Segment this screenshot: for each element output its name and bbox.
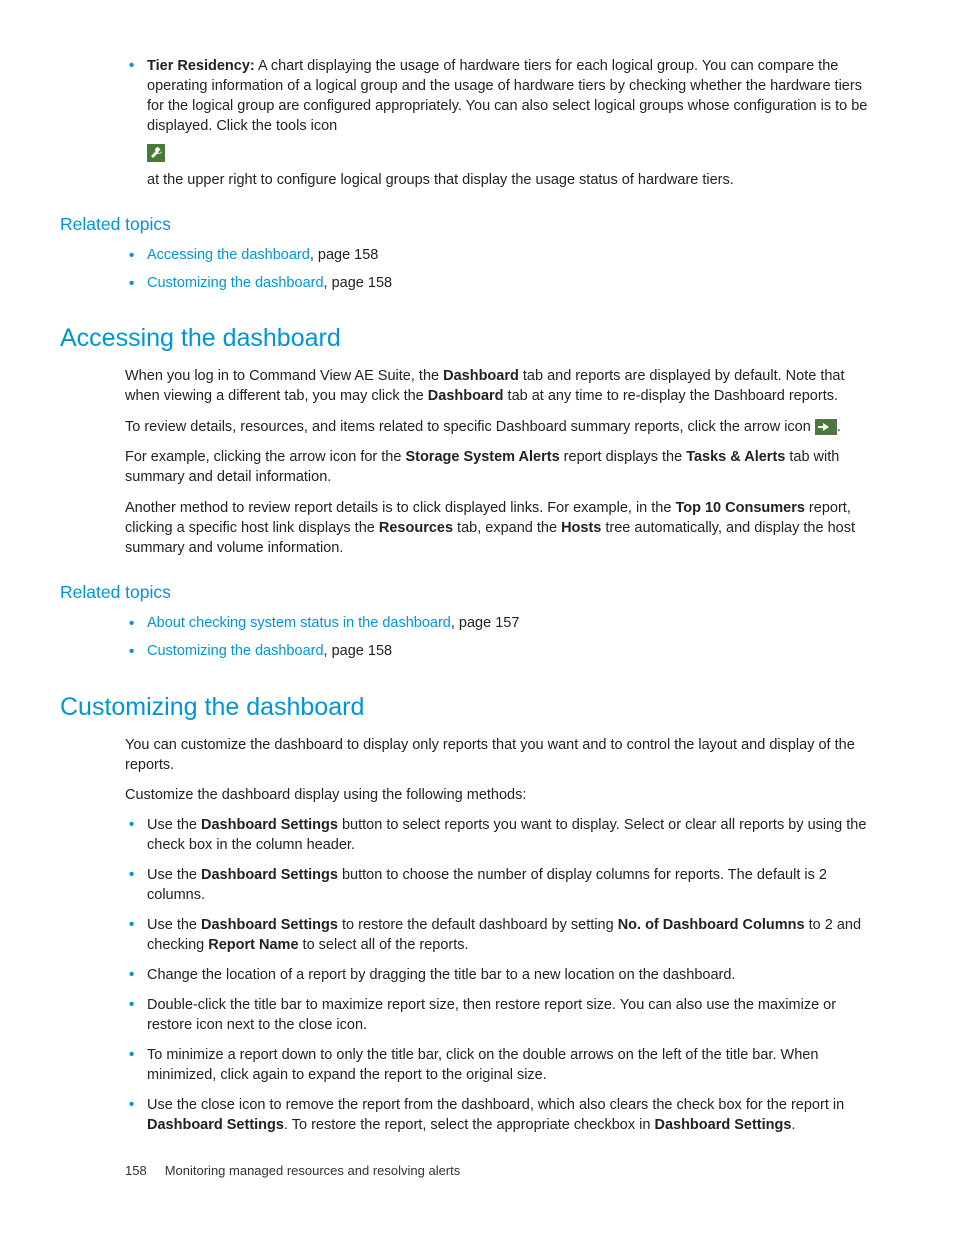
dashboard-settings-bold: Dashboard Settings bbox=[654, 1117, 791, 1133]
related-link-item: Customizing the dashboard, page 158 bbox=[125, 273, 879, 293]
tier-residency-item: Tier Residency: A chart displaying the u… bbox=[125, 56, 879, 190]
text: to restore the default dashboard by sett… bbox=[338, 917, 618, 933]
about-checking-status-link[interactable]: About checking system status in the dash… bbox=[147, 615, 451, 631]
customizing-dashboard-link[interactable]: Customizing the dashboard bbox=[147, 643, 324, 659]
related-topics-heading-1: Related topics bbox=[60, 212, 894, 237]
related-link-item: Customizing the dashboard, page 158 bbox=[125, 641, 879, 661]
dashboard-settings-bold: Dashboard Settings bbox=[201, 867, 338, 883]
chapter-title: Monitoring managed resources and resolvi… bbox=[165, 1163, 461, 1178]
list-item: To minimize a report down to only the ti… bbox=[125, 1045, 879, 1085]
customizing-dashboard-heading: Customizing the dashboard bbox=[60, 690, 894, 725]
accessing-dashboard-link[interactable]: Accessing the dashboard bbox=[147, 247, 310, 263]
arrow-icon bbox=[815, 419, 837, 435]
list-item: Use the Dashboard Settings button to sel… bbox=[125, 815, 879, 855]
text: Use the bbox=[147, 867, 201, 883]
tasks-alerts-bold: Tasks & Alerts bbox=[686, 449, 785, 465]
related-topics-block-1: Accessing the dashboard, page 158 Custom… bbox=[125, 245, 879, 294]
text: Use the bbox=[147, 817, 201, 833]
text: . bbox=[837, 419, 841, 435]
page-container: Tier Residency: A chart displaying the u… bbox=[0, 0, 954, 1235]
accessing-p4: Another method to review report details … bbox=[125, 498, 879, 559]
no-columns-bold: No. of Dashboard Columns bbox=[618, 917, 805, 933]
accessing-dashboard-heading: Accessing the dashboard bbox=[60, 321, 894, 356]
customizing-p1: You can customize the dashboard to displ… bbox=[125, 735, 879, 776]
dashboard-settings-bold: Dashboard Settings bbox=[201, 817, 338, 833]
report-name-bold: Report Name bbox=[208, 937, 298, 953]
link-suffix: , page 157 bbox=[451, 615, 520, 631]
related-topics-block-2: About checking system status in the dash… bbox=[125, 613, 879, 662]
tier-residency-block: Tier Residency: A chart displaying the u… bbox=[125, 56, 879, 190]
related-topics-list-2: About checking system status in the dash… bbox=[125, 613, 879, 662]
text: To review details, resources, and items … bbox=[125, 419, 815, 435]
resources-bold: Resources bbox=[379, 520, 453, 536]
related-topics-list-1: Accessing the dashboard, page 158 Custom… bbox=[125, 245, 879, 294]
top10-bold: Top 10 Consumers bbox=[675, 500, 804, 516]
text: tab at any time to re-display the Dashbo… bbox=[504, 388, 838, 404]
tier-residency-list: Tier Residency: A chart displaying the u… bbox=[125, 56, 879, 190]
page-footer: 158 Monitoring managed resources and reso… bbox=[125, 1162, 460, 1180]
storage-alerts-bold: Storage System Alerts bbox=[405, 449, 559, 465]
text: to select all of the reports. bbox=[299, 937, 469, 953]
text: . bbox=[791, 1117, 795, 1133]
list-item: Use the Dashboard Settings button to cho… bbox=[125, 865, 879, 905]
accessing-body: When you log in to Command View AE Suite… bbox=[125, 366, 879, 558]
hosts-bold: Hosts bbox=[561, 520, 601, 536]
tools-icon bbox=[147, 144, 165, 162]
related-topics-heading-2: Related topics bbox=[60, 580, 894, 605]
list-item: Double-click the title bar to maximize r… bbox=[125, 995, 879, 1035]
link-suffix: , page 158 bbox=[324, 275, 393, 291]
text: Use the close icon to remove the report … bbox=[147, 1097, 844, 1113]
text: When you log in to Command View AE Suite… bbox=[125, 368, 443, 384]
accessing-p1: When you log in to Command View AE Suite… bbox=[125, 366, 879, 407]
dashboard-bold: Dashboard bbox=[443, 368, 519, 384]
link-suffix: , page 158 bbox=[310, 247, 379, 263]
dashboard-settings-bold: Dashboard Settings bbox=[147, 1117, 284, 1133]
dashboard-bold: Dashboard bbox=[428, 388, 504, 404]
customizing-body: You can customize the dashboard to displ… bbox=[125, 735, 879, 1136]
customizing-dashboard-link[interactable]: Customizing the dashboard bbox=[147, 275, 324, 291]
text: . To restore the report, select the appr… bbox=[284, 1117, 655, 1133]
tier-residency-label: Tier Residency: bbox=[147, 58, 255, 74]
text: report displays the bbox=[560, 449, 687, 465]
list-item: Change the location of a report by dragg… bbox=[125, 965, 879, 985]
related-link-item: Accessing the dashboard, page 158 bbox=[125, 245, 879, 265]
list-item: Use the Dashboard Settings to restore th… bbox=[125, 915, 879, 955]
list-item: Use the close icon to remove the report … bbox=[125, 1095, 879, 1135]
text: For example, clicking the arrow icon for… bbox=[125, 449, 405, 465]
tier-residency-text2: at the upper right to configure logical … bbox=[147, 172, 734, 188]
accessing-p2: To review details, resources, and items … bbox=[125, 417, 879, 437]
tier-residency-text1: A chart displaying the usage of hardware… bbox=[147, 58, 867, 134]
link-suffix: , page 158 bbox=[324, 643, 393, 659]
page-number: 158 bbox=[125, 1163, 147, 1178]
related-link-item: About checking system status in the dash… bbox=[125, 613, 879, 633]
text: tab, expand the bbox=[453, 520, 561, 536]
dashboard-settings-bold: Dashboard Settings bbox=[201, 917, 338, 933]
customizing-p2: Customize the dashboard display using th… bbox=[125, 785, 879, 805]
customizing-list: Use the Dashboard Settings button to sel… bbox=[125, 815, 879, 1135]
text: Use the bbox=[147, 917, 201, 933]
accessing-p3: For example, clicking the arrow icon for… bbox=[125, 447, 879, 488]
text: Another method to review report details … bbox=[125, 500, 675, 516]
